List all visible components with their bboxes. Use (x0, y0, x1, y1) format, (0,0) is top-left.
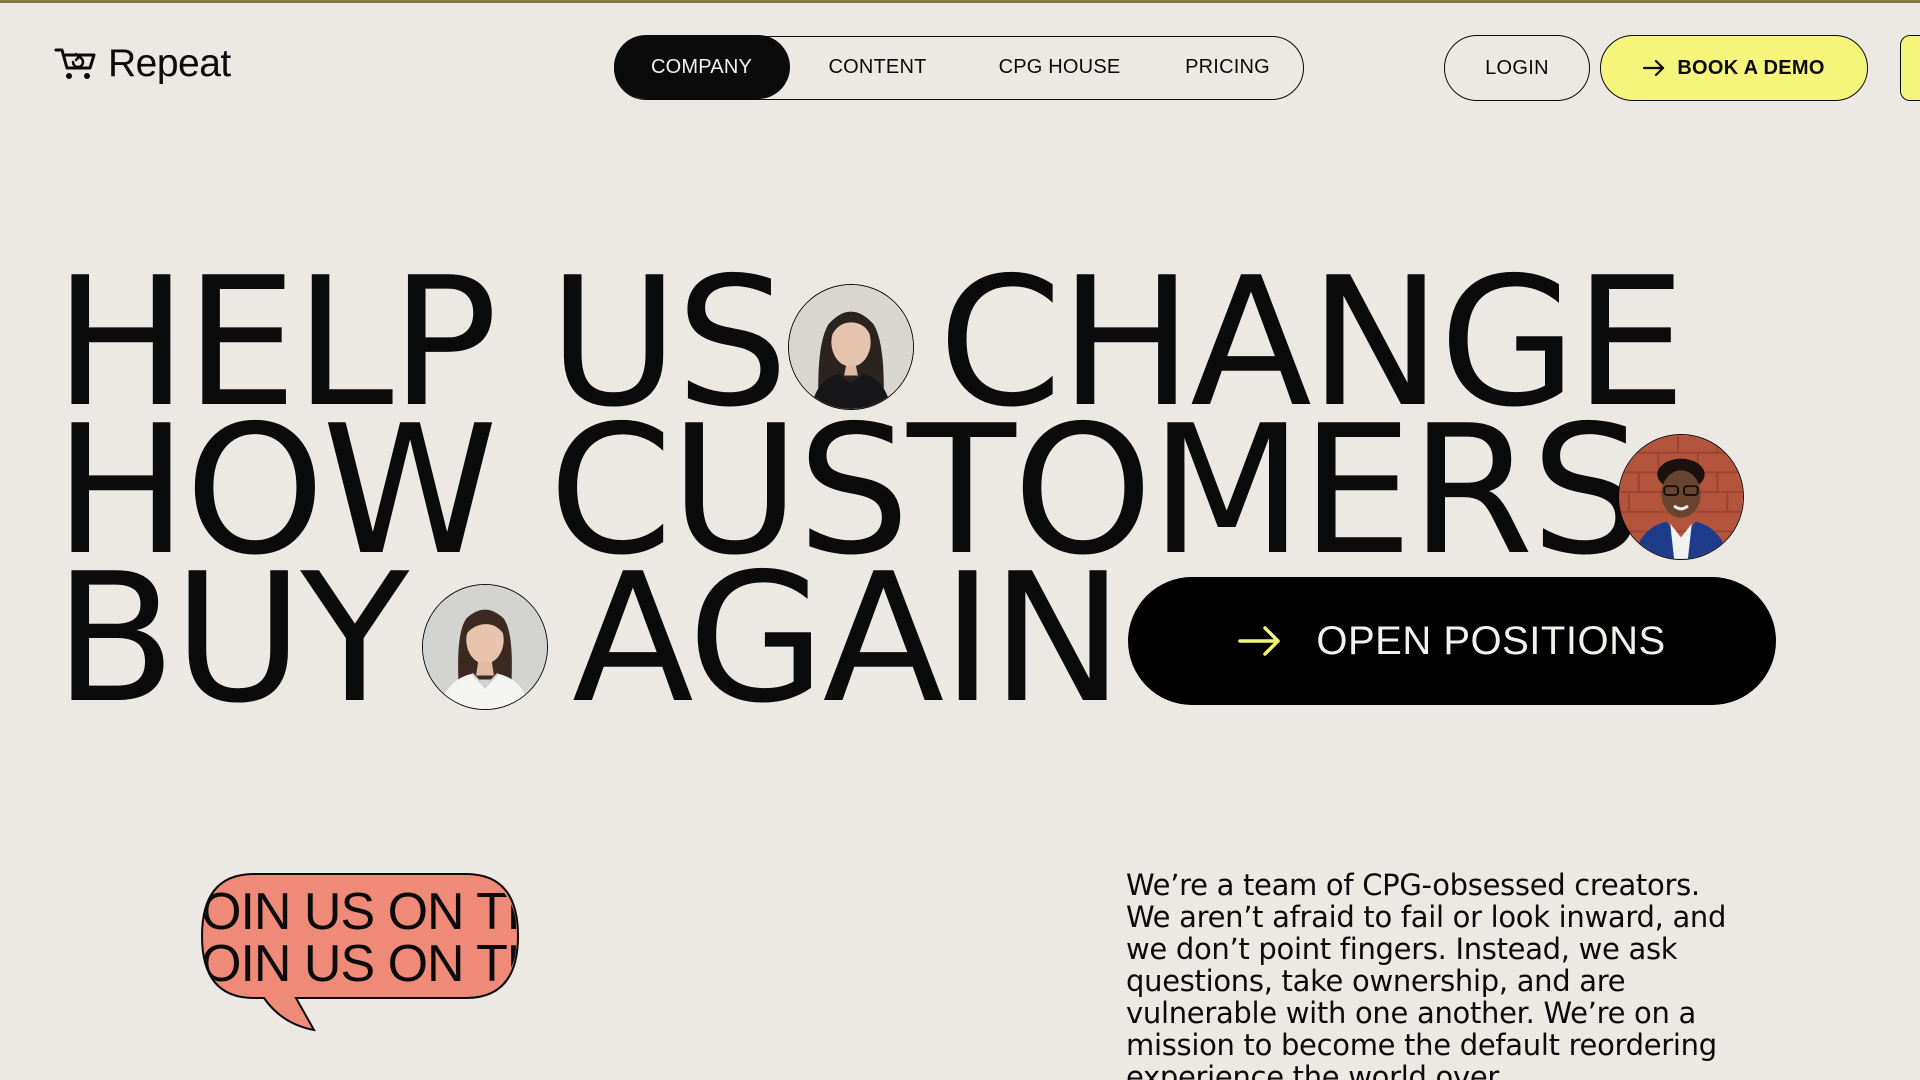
top-accent-rule (0, 0, 1920, 3)
open-positions-button[interactable]: OPEN POSITIONS (1128, 577, 1776, 705)
hero-line-3: BUY (54, 535, 409, 742)
team-avatar-2 (1618, 434, 1744, 560)
page: Repeat COMPANY CONTENT CPG HOUSE PRICING… (0, 0, 1920, 1080)
bubble-marquee: JOIN US ON TH JOIN US ON TH (202, 874, 516, 998)
nav-item-company[interactable]: COMPANY (613, 35, 790, 100)
bubble-line-2: JOIN US ON TH (202, 935, 516, 993)
hero-text-buy: BUY (54, 535, 409, 742)
hero-line-3-end: AGAIN (572, 535, 1124, 742)
arrow-right-icon (1238, 626, 1281, 656)
team-avatar-1 (788, 284, 914, 410)
mission-paragraph: We’re a team of CPG-obsessed creators. W… (1126, 868, 1727, 1080)
team-avatar-3 (422, 584, 548, 710)
nav-item-content[interactable]: CONTENT (790, 35, 966, 99)
join-us-speech-bubble[interactable]: JOIN US ON TH JOIN US ON TH (200, 872, 520, 1032)
menu-toggle-edge[interactable] (1900, 35, 1920, 101)
nav-item-cpg-house[interactable]: CPG HOUSE (966, 35, 1154, 99)
login-button[interactable]: LOGIN (1444, 35, 1590, 101)
bubble-line-1: JOIN US ON TH (202, 883, 516, 941)
cart-repeat-icon (54, 48, 96, 79)
login-label: LOGIN (1485, 56, 1549, 79)
repeat-logo[interactable]: Repeat (54, 44, 231, 83)
logo-text: Repeat (108, 42, 231, 85)
hero-text-again: AGAIN (572, 535, 1124, 742)
book-demo-button[interactable]: BOOK A DEMO (1600, 35, 1868, 101)
arrow-right-icon (1643, 60, 1665, 76)
main-nav: COMPANY CONTENT CPG HOUSE PRICING (613, 35, 1304, 100)
nav-item-pricing[interactable]: PRICING (1154, 35, 1302, 99)
open-positions-label: OPEN POSITIONS (1316, 618, 1666, 663)
book-demo-label: BOOK A DEMO (1677, 56, 1825, 79)
